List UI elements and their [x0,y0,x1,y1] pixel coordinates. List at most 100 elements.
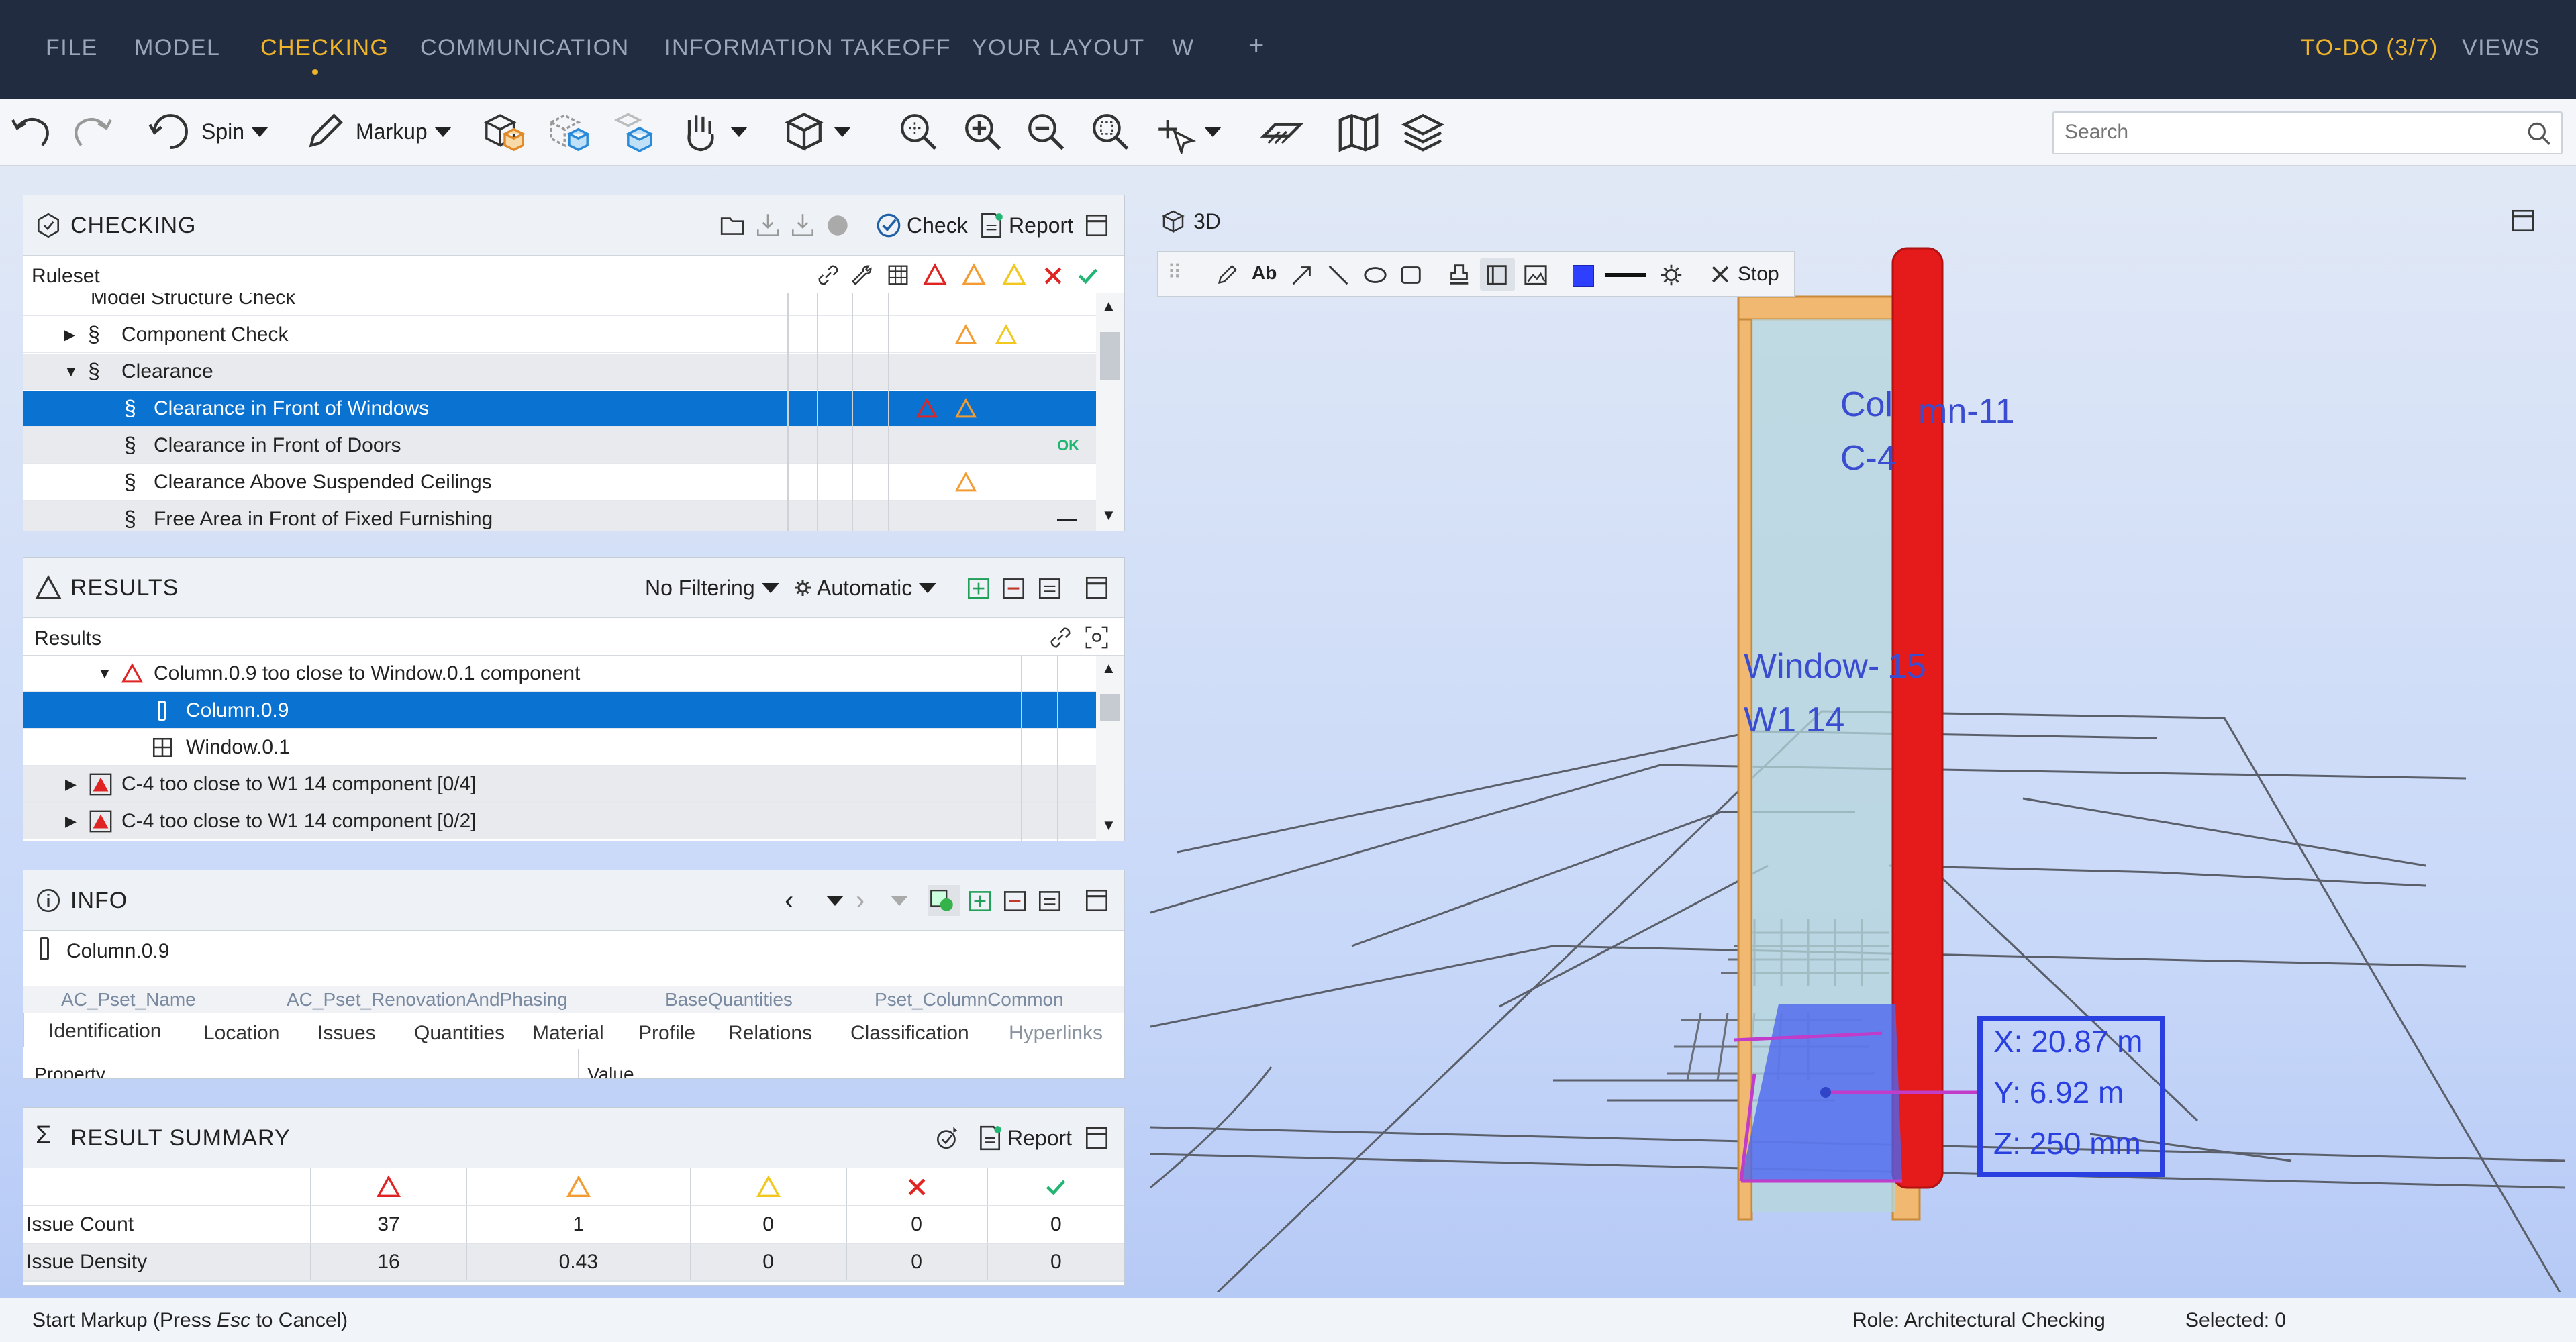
tree-row-model-structure[interactable]: Model Structure Check [23,293,1096,316]
tab-hyperlinks[interactable]: Hyperlinks [1009,1022,1103,1045]
tab-identification[interactable]: Identification [23,1013,187,1047]
next-icon[interactable]: › [856,885,864,916]
todo-button[interactable]: TO-DO (3/7) [2301,35,2438,61]
clear-icon[interactable] [1036,885,1068,916]
result-group-row[interactable]: ▶ C-4 too close to W1 14 component [0/4] [23,766,1096,803]
link-icon[interactable] [1048,625,1073,650]
maximize-panel-icon[interactable] [1083,885,1115,916]
red-column[interactable] [1891,247,1944,1189]
stop-markup-button[interactable]: Stop [1708,261,1779,288]
major-icon[interactable] [960,262,987,288]
collapse-icon[interactable]: ▼ [97,665,112,682]
summary-report-button[interactable]: Report [975,1123,1072,1153]
isolate-icon[interactable] [612,105,658,158]
rejected-icon[interactable] [1041,264,1065,288]
color-swatch[interactable] [1573,265,1594,287]
tab-location[interactable]: Location [203,1022,279,1045]
add-tab-button[interactable]: + [1248,31,1265,61]
result-group-row[interactable]: ▼ Column.0.9 too close to Window.0.1 com… [23,656,1096,692]
maximize-panel-icon[interactable] [1083,572,1115,603]
vertical-scrollbar[interactable]: ▲ ▼ [1096,293,1124,531]
scroll-up-icon[interactable]: ▲ [1101,297,1116,315]
drag-handle-icon[interactable]: ⠿ [1167,261,1201,288]
chevron-down-icon[interactable] [251,126,269,137]
tree-row-component-check[interactable]: ▶ § Component Check [23,317,1096,353]
menu-views[interactable]: VIEWS [2462,35,2540,61]
link-icon[interactable] [815,262,841,288]
line-icon[interactable] [1326,262,1351,288]
section-plane-icon[interactable] [1259,105,1305,158]
tab-quantities[interactable]: Quantities [414,1022,505,1045]
expand-all-icon[interactable] [966,885,998,916]
scroll-up-icon[interactable]: ▲ [1101,660,1116,677]
tree-row-free-area[interactable]: § Free Area in Front of Fixed Furnishing… [23,501,1096,531]
menu-w[interactable]: W [1172,35,1195,61]
result-item-column[interactable]: Column.0.9 [23,692,1096,729]
pset-tab[interactable]: AC_Pset_RenovationAndPhasing [287,989,568,1011]
arrow-icon[interactable] [1289,262,1315,288]
chevron-down-icon[interactable] [730,126,748,137]
previous-icon[interactable]: ‹ [785,885,793,916]
pset-tab[interactable]: BaseQuantities [665,989,793,1011]
expand-all-icon[interactable] [964,572,997,603]
tree-row-clearance[interactable]: ▼ § Clearance [23,354,1096,390]
menu-checking[interactable]: CHECKING [260,35,389,61]
zoom-out-icon[interactable] [1023,105,1069,158]
menu-your-layout[interactable]: YOUR LAYOUT [972,35,1145,61]
zoom-selected-icon[interactable] [1087,105,1133,158]
text-tool-icon[interactable]: Ab [1252,262,1277,284]
maximize-panel-icon[interactable] [1083,1123,1115,1153]
image-icon[interactable] [1523,262,1548,288]
undo-icon[interactable] [8,105,54,158]
markup-point[interactable] [1820,1087,1831,1098]
snapshot-tool[interactable] [1480,258,1515,291]
scrollbar-thumb[interactable] [1100,332,1120,380]
line-weight-icon[interactable] [1605,273,1646,277]
menu-communication[interactable]: COMMUNICATION [420,35,630,61]
zoom-in-icon[interactable] [960,105,1005,158]
chevron-down-icon[interactable] [834,126,851,137]
selection-sync-icon[interactable] [928,885,960,916]
show-all-icon[interactable] [482,105,528,158]
menu-file[interactable]: FILE [46,35,98,61]
pset-tab[interactable]: AC_Pset_Name [61,989,196,1011]
window-frame-left[interactable] [1737,295,1753,1221]
collapse-all-icon[interactable] [1001,885,1033,916]
collapse-all-icon[interactable] [999,572,1032,603]
tab-classification[interactable]: Classification [850,1022,969,1045]
wrench-icon[interactable] [849,262,875,288]
tab-profile[interactable]: Profile [638,1022,695,1045]
tree-row-clearance-windows[interactable]: § Clearance in Front of Windows [23,391,1096,427]
tree-row-clearance-doors[interactable]: § Clearance in Front of Doors OK [23,427,1096,464]
maximize-panel-icon[interactable] [1083,210,1115,241]
forward-dropdown[interactable] [884,885,908,916]
export-icon[interactable] [789,210,821,241]
zoom-extents-icon[interactable] [895,105,941,158]
record-icon[interactable] [824,210,856,241]
expand-icon[interactable]: ▶ [65,776,77,793]
check-button[interactable]: Check [875,210,968,241]
tree-row-clearance-ceilings[interactable]: § Clearance Above Suspended Ceilings [23,464,1096,501]
pset-tab[interactable]: Pset_ColumnCommon [875,989,1064,1011]
view-cube-icon[interactable] [781,105,851,158]
critical-icon[interactable] [922,262,948,288]
expand-icon[interactable]: ▶ [65,813,77,830]
gear-icon[interactable] [1658,262,1684,288]
cloud-icon[interactable] [1398,262,1424,288]
hand-pan-icon[interactable] [678,105,748,158]
vertical-scrollbar[interactable]: ▲ ▼ [1096,656,1124,841]
passed-icon[interactable] [1076,264,1100,288]
search-input[interactable] [2054,113,2497,152]
3d-viewport[interactable]: X: 20.87 m Y: 6.92 m Z: 250 mm Col mn-11… [1150,195,2565,1292]
scroll-down-icon[interactable]: ▼ [1101,817,1116,834]
select-tool-icon[interactable] [1152,105,1222,158]
filter-dropdown[interactable]: No Filtering [645,572,779,603]
pencil-icon[interactable] [1214,262,1240,288]
expand-icon[interactable]: ▶ [64,326,75,344]
scrollbar-thumb[interactable] [1100,694,1120,721]
3d-scene[interactable]: X: 20.87 m Y: 6.92 m Z: 250 mm Col mn-11… [1150,195,2565,1292]
layers-icon[interactable] [1400,105,1446,158]
redo-icon[interactable] [70,105,115,158]
focus-icon[interactable] [1084,625,1109,650]
tab-issues[interactable]: Issues [317,1022,376,1045]
